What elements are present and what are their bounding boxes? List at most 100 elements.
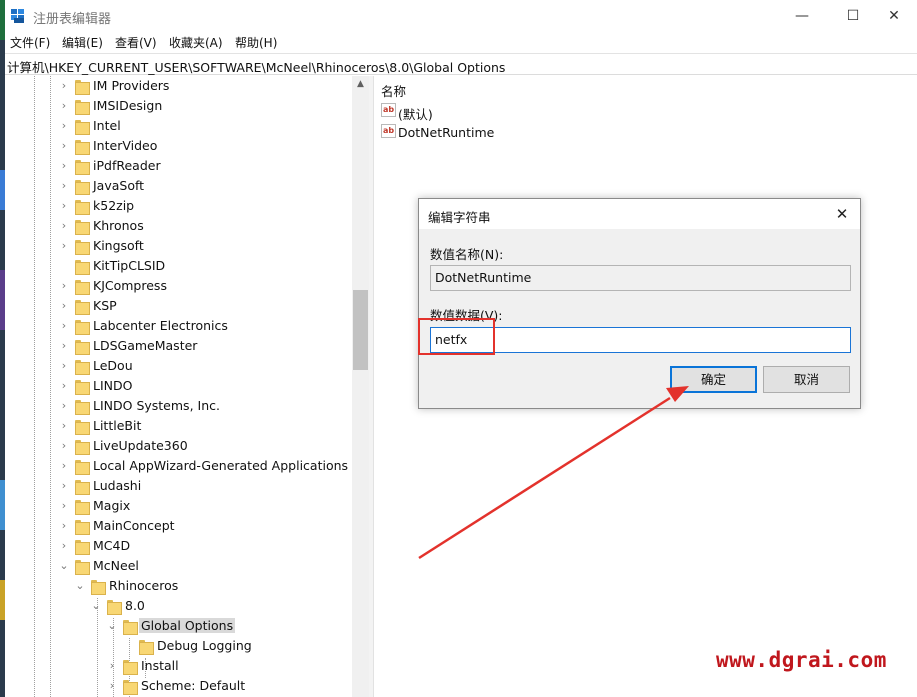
tree-item-label: Intel — [93, 118, 121, 133]
maximize-button[interactable]: ☐ — [830, 0, 876, 32]
folder-icon — [75, 380, 90, 395]
tree-item[interactable]: › Local AppWizard-Generated Applications — [5, 456, 357, 476]
tree-item-selected[interactable]: ⌄ Global Options — [5, 616, 357, 636]
address-bar[interactable]: 计算机\HKEY_CURRENT_USER\SOFTWARE\McNeel\Rh… — [5, 53, 917, 75]
menu-favorites[interactable]: 收藏夹(A) — [169, 34, 223, 51]
tree-item[interactable]: › MC4D — [5, 536, 357, 556]
tree-item[interactable]: › LiveUpdate360 — [5, 436, 357, 456]
tree-item[interactable]: ⌄ 8.0 — [5, 596, 357, 616]
cancel-button[interactable]: 取消 — [763, 366, 850, 393]
tree-item[interactable]: › IM Providers — [5, 76, 357, 96]
tree-item[interactable]: › Intel — [5, 116, 357, 136]
tree-item[interactable]: ⌄ Rhinoceros — [5, 576, 357, 596]
expand-arrow-icon[interactable] — [122, 639, 134, 653]
tree-item[interactable]: Debug Logging — [5, 636, 357, 656]
tree-item-label: LDSGameMaster — [93, 338, 198, 353]
tree-item[interactable]: › KSP — [5, 296, 357, 316]
expand-arrow-icon[interactable] — [58, 259, 70, 273]
column-header-name[interactable]: 名称 — [381, 81, 406, 100]
address-path[interactable]: 计算机\HKEY_CURRENT_USER\SOFTWARE\McNeel\Rh… — [7, 57, 505, 76]
expand-arrow-icon[interactable]: › — [58, 379, 70, 393]
tree-item[interactable]: › Scheme: Default — [5, 676, 357, 696]
ok-button[interactable]: 确定 — [670, 366, 757, 393]
scrollbar-thumb[interactable] — [353, 290, 368, 370]
expand-arrow-icon[interactable]: › — [58, 319, 70, 333]
collapse-arrow-icon[interactable]: ⌄ — [106, 619, 118, 633]
expand-arrow-icon[interactable]: › — [58, 299, 70, 313]
expand-arrow-icon[interactable]: › — [58, 439, 70, 453]
expand-arrow-icon[interactable]: › — [106, 659, 118, 673]
folder-icon — [75, 100, 90, 115]
expand-arrow-icon[interactable]: › — [58, 339, 70, 353]
scroll-up-arrow-icon[interactable]: ▲ — [352, 76, 369, 93]
expand-arrow-icon[interactable]: › — [58, 539, 70, 553]
collapse-arrow-icon[interactable]: ⌄ — [74, 579, 86, 593]
expand-arrow-icon[interactable]: › — [58, 279, 70, 293]
folder-icon — [123, 660, 138, 675]
tree-item[interactable]: › InterVideo — [5, 136, 357, 156]
tree-item-label: LittleBit — [93, 418, 142, 433]
tree-item[interactable]: › Install — [5, 656, 357, 676]
folder-icon — [123, 680, 138, 695]
tree-item[interactable]: › LittleBit — [5, 416, 357, 436]
collapse-arrow-icon[interactable]: ⌄ — [58, 559, 70, 573]
tree-item[interactable]: › iPdfReader — [5, 156, 357, 176]
menu-edit[interactable]: 编辑(E) — [62, 34, 103, 51]
expand-arrow-icon[interactable]: › — [58, 199, 70, 213]
folder-icon — [75, 400, 90, 415]
expand-arrow-icon[interactable]: › — [58, 359, 70, 373]
tree-item-label: LINDO — [93, 378, 133, 393]
expand-arrow-icon[interactable]: › — [58, 119, 70, 133]
tree-item[interactable]: › Ludashi — [5, 476, 357, 496]
tree-item[interactable]: › LINDO — [5, 376, 357, 396]
dialog-title-bar: 编辑字符串 ✕ — [419, 199, 860, 229]
expand-arrow-icon[interactable]: › — [58, 99, 70, 113]
menu-view[interactable]: 查看(V) — [115, 34, 157, 51]
expand-arrow-icon[interactable]: › — [58, 239, 70, 253]
tree-item[interactable]: › Labcenter Electronics — [5, 316, 357, 336]
tree-item[interactable]: › KJCompress — [5, 276, 357, 296]
expand-arrow-icon[interactable]: › — [58, 179, 70, 193]
minimize-button[interactable]: — — [779, 0, 825, 32]
tree-item[interactable]: › k52zip — [5, 196, 357, 216]
folder-icon — [75, 440, 90, 455]
pane-splitter[interactable] — [369, 76, 374, 697]
tree-item[interactable]: › LeDou — [5, 356, 357, 376]
expand-arrow-icon[interactable]: › — [58, 139, 70, 153]
dialog-close-icon[interactable]: ✕ — [830, 202, 854, 226]
expand-arrow-icon[interactable]: › — [106, 679, 118, 693]
watermark-text: www.dgrai.com — [716, 648, 887, 672]
tree-item-label: LiveUpdate360 — [93, 438, 188, 453]
tree-item[interactable]: › MainConcept — [5, 516, 357, 536]
tree-item[interactable]: › Kingsoft — [5, 236, 357, 256]
menu-file[interactable]: 文件(F) — [10, 34, 50, 51]
tree-item[interactable]: KitTipCLSID — [5, 256, 357, 276]
tree-item[interactable]: ⌄ McNeel — [5, 556, 357, 576]
tree-item-label: 8.0 — [125, 598, 145, 613]
expand-arrow-icon[interactable]: › — [58, 479, 70, 493]
menu-bar: 文件(F) 编辑(E) 查看(V) 收藏夹(A) 帮助(H) — [5, 32, 917, 52]
tree-scrollbar[interactable]: ▲ — [352, 76, 369, 697]
menu-help[interactable]: 帮助(H) — [235, 34, 277, 51]
tree-item[interactable]: › JavaSoft — [5, 176, 357, 196]
close-window-button[interactable]: ✕ — [871, 0, 917, 32]
expand-arrow-icon[interactable]: › — [58, 499, 70, 513]
folder-icon — [75, 240, 90, 255]
expand-arrow-icon[interactable]: › — [58, 219, 70, 233]
expand-arrow-icon[interactable]: › — [58, 399, 70, 413]
folder-icon — [75, 500, 90, 515]
collapse-arrow-icon[interactable]: ⌄ — [90, 599, 102, 613]
value-name-field[interactable]: DotNetRuntime — [430, 265, 851, 291]
tree-item[interactable]: › Khronos — [5, 216, 357, 236]
tree-item[interactable]: › LDSGameMaster — [5, 336, 357, 356]
registry-tree[interactable]: › IM Providers › IMSIDesign › Intel › InterV… — [5, 76, 369, 697]
expand-arrow-icon[interactable]: › — [58, 79, 70, 93]
expand-arrow-icon[interactable]: › — [58, 519, 70, 533]
tree-item[interactable]: › LINDO Systems, Inc. — [5, 396, 357, 416]
tree-item[interactable]: › IMSIDesign — [5, 96, 357, 116]
expand-arrow-icon[interactable]: › — [58, 419, 70, 433]
tree-item-label: k52zip — [93, 198, 135, 213]
expand-arrow-icon[interactable]: › — [58, 459, 70, 473]
expand-arrow-icon[interactable]: › — [58, 159, 70, 173]
tree-item[interactable]: › Magix — [5, 496, 357, 516]
